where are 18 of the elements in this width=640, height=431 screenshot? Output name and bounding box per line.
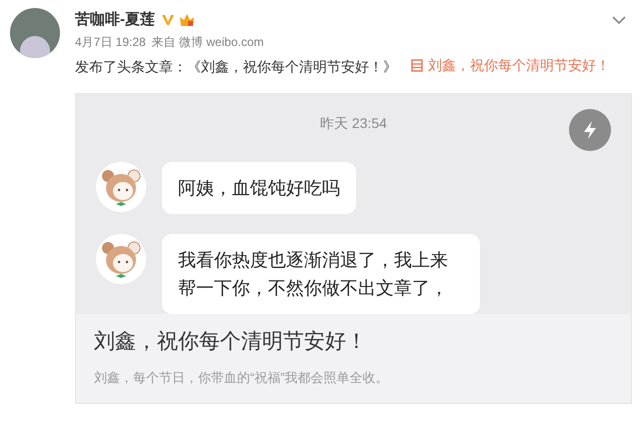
avatar[interactable] xyxy=(10,8,60,58)
article-title: 刘鑫，祝你每个清明节安好！ xyxy=(94,328,368,354)
post-text: 发布了头条文章：《刘鑫，祝你每个清明节安好！》 刘鑫，祝你每个清明节安好！ xyxy=(75,53,625,78)
article-icon xyxy=(411,58,423,72)
bear-avatar-icon xyxy=(96,234,146,284)
chat-time: 昨天 23:54 xyxy=(320,114,387,132)
article-summary: 刘鑫，每个节日，你带血的“祝福”我都会照单全收。 xyxy=(94,368,390,386)
bear-avatar-icon xyxy=(96,162,146,212)
post-date[interactable]: 4月7日 19:28 xyxy=(75,33,146,51)
chat-bubble: 阿姨，血馄饨好吃吗 xyxy=(162,162,356,214)
chevron-down-icon[interactable] xyxy=(612,16,626,24)
chat-bubble: 我看你热度也逐渐消退了，我上来帮一下你，不然你做不出文章了， xyxy=(162,234,480,314)
flash-icon xyxy=(569,108,611,150)
author-name[interactable]: 苦咖啡-夏莲 xyxy=(75,8,155,32)
article-card[interactable]: 昨天 23:54 阿姨，血馄饨好吃吗 我看你热度也逐渐消退了，我上来帮一下你，不然你做不出文章了， 刘鑫，祝你每个清明节安好！ 刘鑫，每个节日，你带血的“祝福”我都会照单全收。 xyxy=(75,92,632,404)
post-source: 来自 微博 weibo.com xyxy=(152,34,264,51)
verified-icon xyxy=(161,13,175,27)
crown-icon xyxy=(179,12,195,28)
